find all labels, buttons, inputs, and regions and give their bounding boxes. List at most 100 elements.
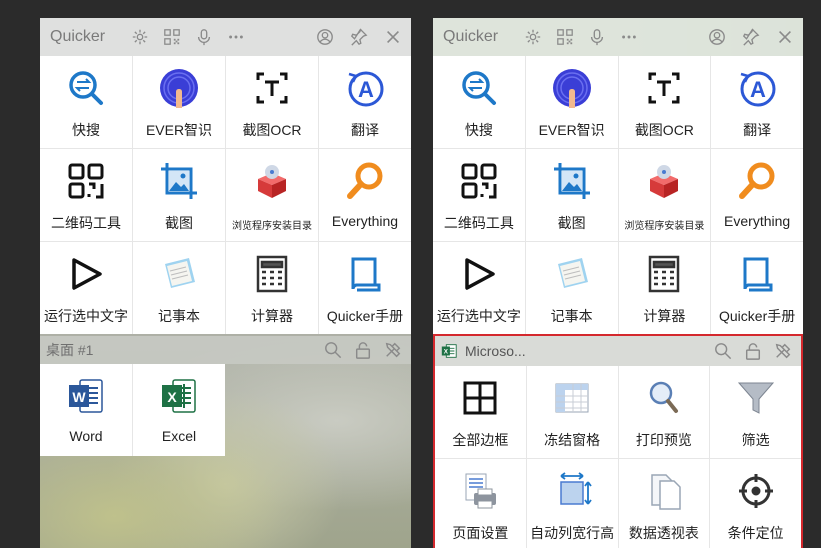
qr-code-icon[interactable] [162,27,182,47]
excel-action-label: 数据透视表 [628,525,699,541]
action-label: Quicker手册 [326,308,404,324]
action-qr-tool[interactable]: 二维码工具 [40,149,132,241]
action-notepad[interactable]: 记事本 [133,242,225,334]
app-title: Quicker [50,28,106,45]
freeze-panes-icon [550,376,594,420]
action-install-dir[interactable]: 浏览程序安装目录 [226,149,318,241]
action-label: EVER智识 [145,122,213,138]
excel-action-page-setup[interactable]: 页面设置 [435,459,526,548]
excel-action-label: 筛选 [741,432,770,448]
action-notepad[interactable]: 记事本 [525,242,618,334]
action-translate[interactable]: A 翻译 [711,56,803,148]
excel-section-header: X Microso... [435,336,801,366]
pin-icon[interactable] [349,27,369,47]
action-label: 翻译 [351,122,379,138]
excel-action-freeze-panes[interactable]: 冻结窗格 [526,366,618,458]
action-label: 运行选中文字 [44,308,128,324]
excel-action-label: 打印预览 [635,432,692,448]
manual-book-icon [343,252,387,296]
action-ocr[interactable]: 截图OCR [226,56,318,148]
more-icon[interactable] [226,27,246,47]
gear-icon[interactable] [523,27,543,47]
action-screenshot[interactable]: 截图 [133,149,225,241]
panel-titlebar: Quicker [40,18,411,56]
action-translate[interactable]: A 翻译 [319,56,411,148]
translate-icon: A [343,66,387,110]
translate-icon: A [735,66,779,110]
desktop-title: 桌面 #1 [46,342,94,358]
action-manual[interactable]: Quicker手册 [711,242,803,334]
qr-code-icon [457,159,501,203]
desktop-item-word[interactable]: W Word [40,364,132,456]
user-icon[interactable] [707,27,727,47]
tools-icon[interactable] [773,341,793,361]
excel-action-autofit[interactable]: 自动列宽行高 [526,459,618,548]
search-icon[interactable] [323,340,343,360]
more-icon[interactable] [619,27,639,47]
excel-icon: X [157,374,201,418]
desktop-item-label: Excel [161,428,197,444]
notepad-icon [157,252,201,296]
excel-action-locate[interactable]: 条件定位 [710,459,801,548]
action-label: 截图 [557,215,586,231]
panel-titlebar: Quicker [433,18,803,56]
excel-action-label: 条件定位 [727,525,784,541]
action-label: 二维码工具 [51,215,121,231]
action-screenshot[interactable]: 截图 [525,149,618,241]
play-icon [64,252,108,296]
all-borders-icon [458,376,502,420]
action-ever[interactable]: EVER智识 [133,56,225,148]
excel-action-filter[interactable]: 筛选 [710,366,801,458]
user-icon[interactable] [315,27,335,47]
excel-action-print-preview[interactable]: 打印预览 [618,366,710,458]
fingerprint-icon [550,66,594,110]
action-ever[interactable]: EVER智识 [525,56,618,148]
search-icon[interactable] [713,341,733,361]
action-label: 运行选中文字 [436,308,521,324]
action-qr-tool[interactable]: 二维码工具 [433,149,525,241]
screenshot-image-icon [157,159,201,203]
action-calculator[interactable]: 计算器 [618,242,711,334]
microphone-icon[interactable] [587,27,607,47]
desktop-grid: W Word X Excel [40,364,225,456]
search-swap-icon [64,66,108,110]
action-everything[interactable]: Everything [319,149,411,241]
action-install-dir[interactable]: 浏览程序安装目录 [618,149,711,241]
excel-action-grid: 全部边框 冻结窗格 打印预览 筛选 页面设置 自动列宽行高 数据透视表 条件定位 [435,366,801,548]
lock-icon[interactable] [743,341,763,361]
excel-action-pivot-table[interactable]: 数据透视表 [618,459,710,548]
action-calculator[interactable]: 计算器 [226,242,318,334]
install-folder-icon [642,159,686,203]
gear-icon[interactable] [130,27,150,47]
svg-text:X: X [167,389,177,405]
action-quick-search[interactable]: 快搜 [40,56,132,148]
excel-action-all-borders[interactable]: 全部边框 [435,366,526,458]
action-run-selection[interactable]: 运行选中文字 [433,242,525,334]
screenshot-image-icon [550,159,594,203]
action-grid: 快搜 EVER智识 截图OCR A 翻译 二维码工具 截图 浏览程序安装目录 E… [40,56,411,334]
desktop-item-excel[interactable]: X Excel [133,364,225,456]
action-everything[interactable]: Everything [711,149,803,241]
action-label: 截图OCR [242,122,302,138]
close-icon[interactable] [775,27,795,47]
action-ocr[interactable]: 截图OCR [618,56,711,148]
action-manual[interactable]: Quicker手册 [319,242,411,334]
action-label: EVER智识 [538,122,605,138]
notepad-icon [550,252,594,296]
desktop-section-header: 桌面 #1 [40,336,411,364]
action-label: 浏览程序安装目录 [232,221,312,232]
pin-icon[interactable] [741,27,761,47]
microphone-icon[interactable] [194,27,214,47]
action-label: 截图OCR [634,122,694,138]
qr-code-icon[interactable] [555,27,575,47]
action-quick-search[interactable]: 快搜 [433,56,525,148]
calculator-icon [642,252,686,296]
close-icon[interactable] [383,27,403,47]
print-preview-icon [642,376,686,420]
action-label: 二维码工具 [443,215,514,231]
pivot-table-icon [642,469,686,513]
tools-icon[interactable] [383,340,403,360]
lock-icon[interactable] [353,340,373,360]
autofit-icon [550,469,594,513]
action-run-selection[interactable]: 运行选中文字 [40,242,132,334]
